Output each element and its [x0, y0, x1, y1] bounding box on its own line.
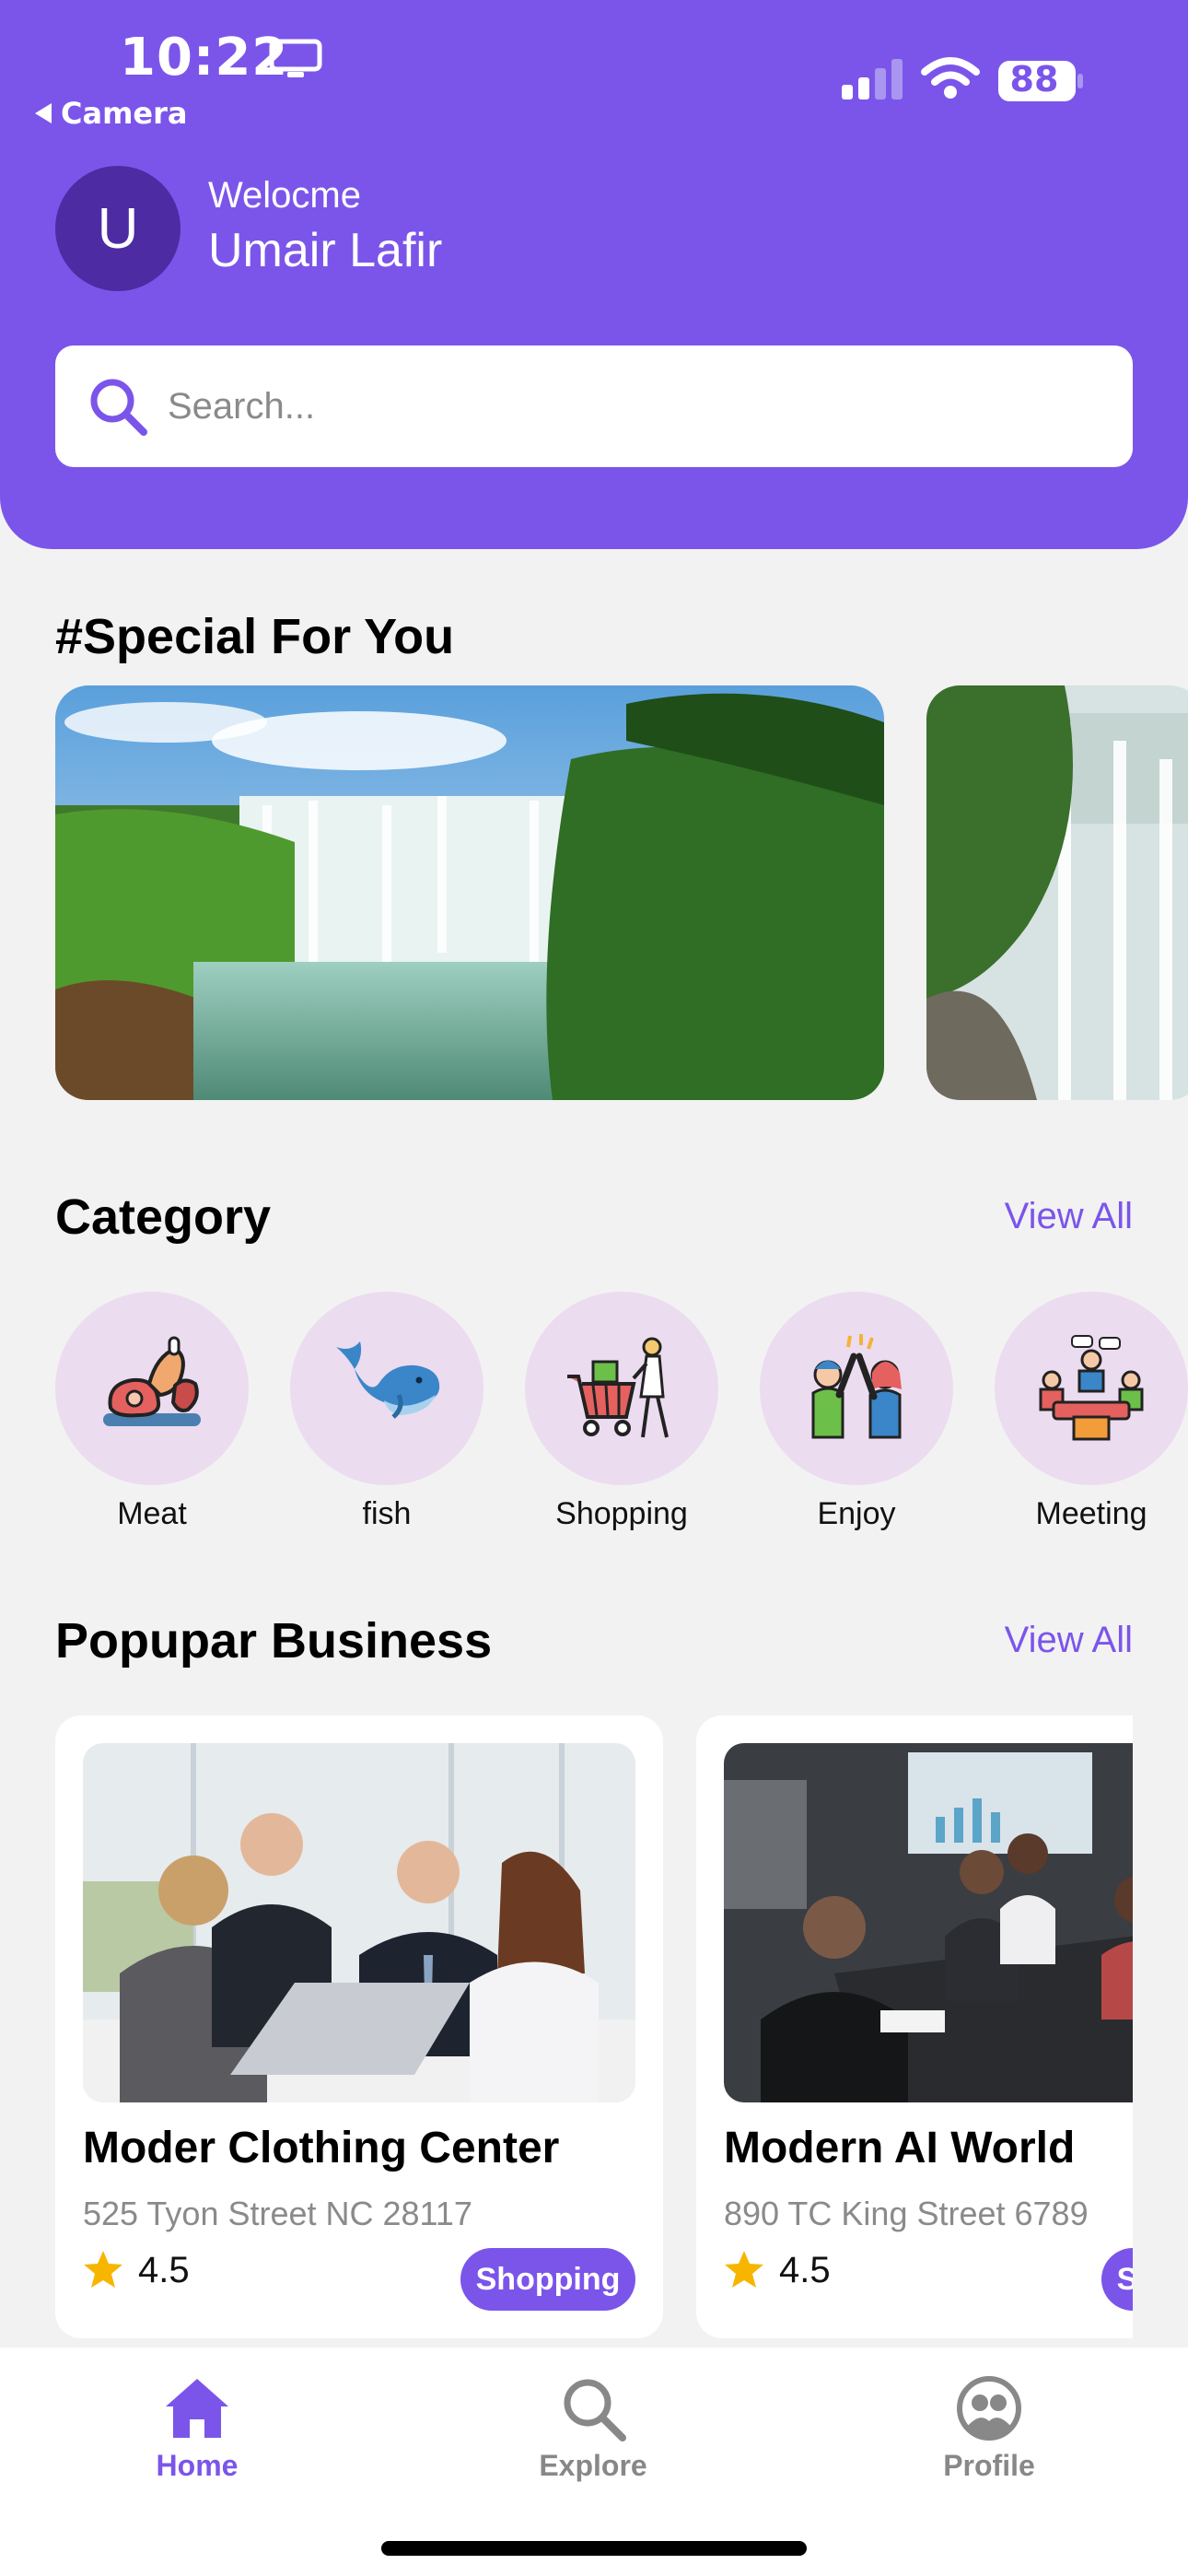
nav-label: Profile [943, 2449, 1035, 2482]
category-circle [995, 1292, 1188, 1485]
category-item-meeting[interactable]: Meeting [995, 1292, 1188, 1532]
screen-mirroring-icon [269, 39, 322, 77]
category-item-fish[interactable]: fish [290, 1292, 483, 1532]
nav-home[interactable]: Home [114, 2373, 280, 2483]
battery-level: 88 [1009, 59, 1059, 100]
user-name: Umair Lafir [208, 224, 443, 277]
category-circle [290, 1292, 483, 1485]
home-indicator [381, 2541, 807, 2556]
business-image [83, 1743, 635, 2102]
nav-label: Explore [539, 2449, 647, 2482]
business-name: Modern AI World [724, 2124, 1076, 2172]
whale-icon [336, 1341, 440, 1419]
category-badge[interactable]: Shopping [460, 2248, 635, 2311]
special-banner-1[interactable] [55, 685, 884, 1100]
category-label: Enjoy [817, 1496, 896, 1531]
search-icon [564, 2379, 626, 2441]
business-rating: 4.5 [138, 2250, 190, 2290]
cellular-signal-icon [842, 59, 903, 100]
category-badge[interactable]: Shopping [1101, 2248, 1133, 2311]
waterfall-image [55, 685, 884, 1100]
status-time: 10:22 [120, 28, 289, 88]
category-label: Meeting [1035, 1496, 1147, 1531]
back-arrow-icon [35, 103, 52, 123]
special-banner-2[interactable] [926, 685, 1188, 1100]
welcome-text: Welocme [208, 175, 361, 216]
business-rating: 4.5 [779, 2250, 831, 2290]
star-icon [725, 2251, 763, 2288]
nav-explore[interactable]: Explore [510, 2373, 676, 2483]
wifi-icon [921, 57, 980, 99]
category-label: Shopping [555, 1496, 688, 1531]
meat-icon [103, 1336, 201, 1426]
search-icon [90, 379, 147, 436]
category-title: Category [55, 1189, 272, 1245]
business-card[interactable]: Moder Clothing Center 525 Tyon Street NC… [55, 1715, 663, 2338]
category-circle [760, 1292, 953, 1485]
back-label: Camera [61, 96, 188, 131]
category-item-meat[interactable]: Meat [55, 1292, 249, 1532]
business-card[interactable]: Modern AI World 890 TC King Street 6789 … [696, 1715, 1133, 2338]
avatar[interactable]: U [55, 166, 181, 291]
category-item-enjoy[interactable]: Enjoy [760, 1292, 953, 1532]
business-title: Popupar Business [55, 1613, 493, 1669]
nav-profile[interactable]: Profile [906, 2373, 1072, 2483]
back-to-camera[interactable]: Camera [35, 96, 188, 131]
high-five-icon [811, 1334, 902, 1439]
nav-label: Home [156, 2449, 239, 2482]
meeting-room-photo [724, 1743, 1133, 2102]
category-view-all-link[interactable]: View All [1005, 1196, 1133, 1237]
business-card-clip: Modern AI World 890 TC King Street 6789 … [696, 1715, 1133, 2338]
business-view-all-link[interactable]: View All [1005, 1620, 1133, 1661]
business-address: 525 Tyon Street NC 28117 [83, 2195, 472, 2232]
category-circle [525, 1292, 718, 1485]
office-team-photo [83, 1743, 635, 2102]
category-circle [55, 1292, 249, 1485]
business-image [724, 1743, 1133, 2102]
shopping-cart-icon [567, 1337, 669, 1438]
waterfall-image [926, 685, 1188, 1100]
business-name: Moder Clothing Center [83, 2124, 560, 2172]
special-title: #Special For You [55, 609, 455, 664]
business-address: 890 TC King Street 6789 [724, 2195, 1089, 2232]
search-bar[interactable] [55, 345, 1133, 467]
meeting-icon [1039, 1335, 1144, 1441]
star-icon [84, 2251, 122, 2288]
category-item-shopping[interactable]: Shopping [525, 1292, 718, 1532]
category-label: fish [362, 1496, 412, 1531]
profile-icon [957, 2376, 1021, 2441]
category-label: Meat [117, 1496, 187, 1531]
home-icon [166, 2379, 228, 2438]
search-input[interactable] [168, 385, 996, 427]
